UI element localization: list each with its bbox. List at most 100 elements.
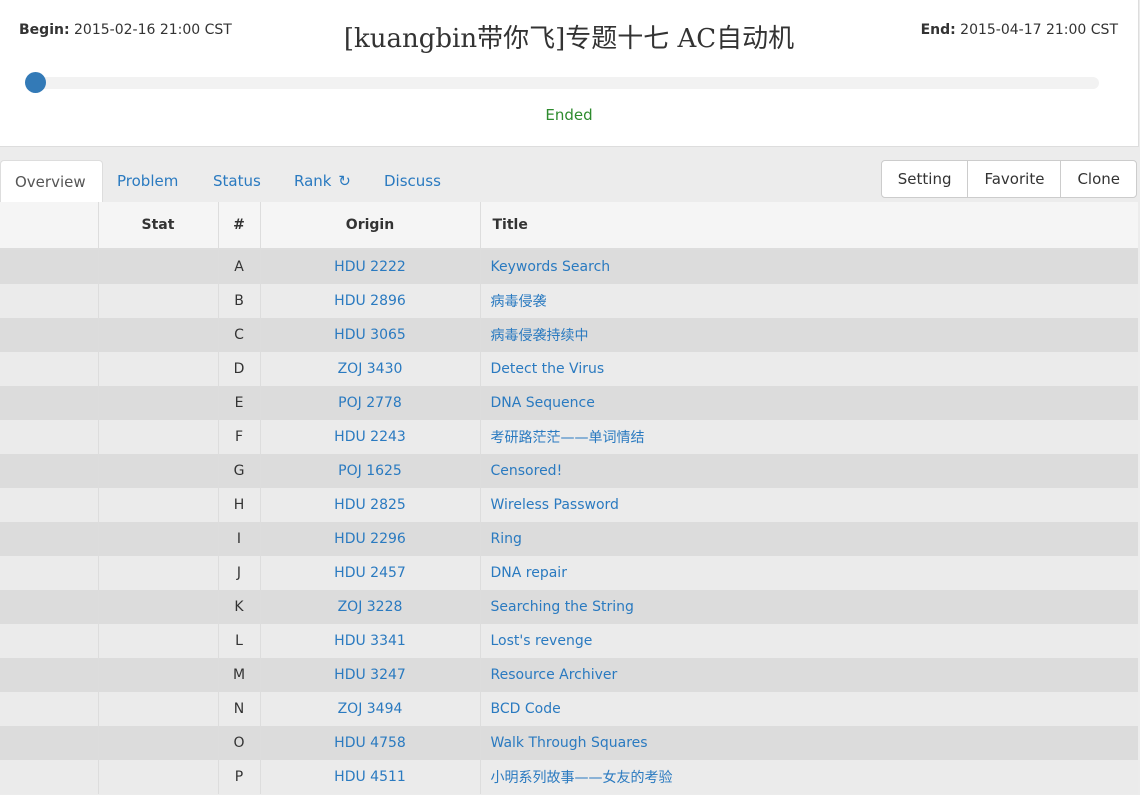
problem-title-link[interactable]: 考研路茫茫——单词情结 bbox=[479, 420, 1138, 454]
table-row: K ZOJ 3228 Searching the String bbox=[0, 590, 1138, 624]
table-row: J HDU 2457 DNA repair bbox=[0, 556, 1138, 590]
header-origin[interactable]: Origin bbox=[259, 202, 480, 250]
problem-title-link[interactable]: Walk Through Squares bbox=[479, 726, 1138, 760]
problem-origin-link[interactable]: ZOJ 3228 bbox=[259, 590, 480, 624]
row-solved-cell bbox=[0, 488, 98, 522]
contest-progress-handle[interactable] bbox=[25, 72, 46, 93]
setting-button[interactable]: Setting bbox=[881, 161, 968, 197]
tab-discuss[interactable]: Discuss bbox=[384, 160, 441, 202]
row-stat-cell bbox=[97, 624, 218, 658]
problem-title-link[interactable]: Lost's revenge bbox=[479, 624, 1138, 658]
tab-overview[interactable]: Overview bbox=[0, 160, 103, 204]
row-solved-cell bbox=[0, 318, 98, 352]
favorite-button[interactable]: Favorite bbox=[967, 161, 1061, 197]
row-solved-cell bbox=[0, 454, 98, 488]
tab-status[interactable]: Status bbox=[213, 160, 261, 202]
problem-title-link[interactable]: Resource Archiver bbox=[479, 658, 1138, 692]
row-stat-cell bbox=[97, 556, 218, 590]
row-solved-cell bbox=[0, 249, 98, 284]
row-solved-cell bbox=[0, 420, 98, 454]
row-solved-cell bbox=[0, 624, 98, 658]
table-row: F HDU 2243 考研路茫茫——单词情结 bbox=[0, 420, 1138, 454]
row-solved-cell bbox=[0, 692, 98, 726]
problem-title-link[interactable]: 小明系列故事——女友的考验 bbox=[479, 760, 1138, 794]
problem-origin-link[interactable]: HDU 2457 bbox=[259, 556, 480, 590]
table-row: E POJ 2778 DNA Sequence bbox=[0, 386, 1138, 420]
problem-origin-link[interactable]: HDU 2222 bbox=[259, 249, 480, 284]
problem-title-link[interactable]: Censored! bbox=[479, 454, 1138, 488]
table-row: N ZOJ 3494 BCD Code bbox=[0, 692, 1138, 726]
problem-number: O bbox=[217, 726, 260, 760]
problem-number: L bbox=[217, 624, 260, 658]
refresh-icon[interactable]: ↻ bbox=[338, 172, 351, 190]
row-solved-cell bbox=[0, 658, 98, 692]
problem-table-wrap: Stat # Origin Title A HDU 2222 Keywords Se… bbox=[0, 202, 1138, 794]
row-stat-cell bbox=[97, 420, 218, 454]
tab-problem[interactable]: Problem bbox=[117, 160, 178, 202]
row-stat-cell bbox=[97, 658, 218, 692]
problem-title-link[interactable]: 病毒侵袭 bbox=[479, 284, 1138, 318]
row-stat-cell bbox=[97, 590, 218, 624]
problem-number: J bbox=[217, 556, 260, 590]
problem-title-link[interactable]: BCD Code bbox=[479, 692, 1138, 726]
contest-status: Ended bbox=[545, 106, 593, 124]
row-stat-cell bbox=[97, 488, 218, 522]
table-row: C HDU 3065 病毒侵袭持续中 bbox=[0, 318, 1138, 352]
problem-number: G bbox=[217, 454, 260, 488]
table-row: M HDU 3247 Resource Archiver bbox=[0, 658, 1138, 692]
problem-origin-link[interactable]: HDU 3065 bbox=[259, 318, 480, 352]
problem-origin-link[interactable]: HDU 2296 bbox=[259, 522, 480, 556]
clone-button[interactable]: Clone bbox=[1060, 161, 1136, 197]
header-stat[interactable]: Stat bbox=[97, 202, 218, 250]
tab-rank-label: Rank bbox=[294, 172, 332, 190]
problem-number: M bbox=[217, 658, 260, 692]
table-row: B HDU 2896 病毒侵袭 bbox=[0, 284, 1138, 318]
problem-title-link[interactable]: DNA Sequence bbox=[479, 386, 1138, 420]
tab-rank[interactable]: Rank ↻ bbox=[294, 160, 351, 202]
problem-number: C bbox=[217, 318, 260, 352]
problem-title-link[interactable]: Detect the Virus bbox=[479, 352, 1138, 386]
problem-title-link[interactable]: Ring bbox=[479, 522, 1138, 556]
problem-origin-link[interactable]: HDU 3247 bbox=[259, 658, 480, 692]
problem-origin-link[interactable]: HDU 3341 bbox=[259, 624, 480, 658]
row-stat-cell bbox=[97, 318, 218, 352]
table-row: D ZOJ 3430 Detect the Virus bbox=[0, 352, 1138, 386]
contest-actions: Setting Favorite Clone bbox=[880, 160, 1137, 198]
row-solved-cell bbox=[0, 590, 98, 624]
row-solved-cell bbox=[0, 284, 98, 318]
problem-origin-link[interactable]: HDU 4758 bbox=[259, 726, 480, 760]
problem-origin-link[interactable]: POJ 2778 bbox=[259, 386, 480, 420]
header-number[interactable]: # bbox=[217, 202, 260, 250]
row-stat-cell bbox=[97, 386, 218, 420]
header-blank bbox=[0, 202, 98, 250]
problem-number: E bbox=[217, 386, 260, 420]
problem-title-link[interactable]: Keywords Search bbox=[479, 249, 1138, 284]
row-stat-cell bbox=[97, 352, 218, 386]
row-solved-cell bbox=[0, 352, 98, 386]
problem-title-link[interactable]: DNA repair bbox=[479, 556, 1138, 590]
row-solved-cell bbox=[0, 522, 98, 556]
problem-number: P bbox=[217, 760, 260, 794]
row-solved-cell bbox=[0, 556, 98, 590]
problem-origin-link[interactable]: HDU 2896 bbox=[259, 284, 480, 318]
row-solved-cell bbox=[0, 386, 98, 420]
problem-origin-link[interactable]: ZOJ 3430 bbox=[259, 352, 480, 386]
problem-title-link[interactable]: Wireless Password bbox=[479, 488, 1138, 522]
end-label: End: bbox=[920, 22, 956, 38]
problem-number: D bbox=[217, 352, 260, 386]
row-stat-cell bbox=[97, 760, 218, 794]
problem-table: Stat # Origin Title A HDU 2222 Keywords Se… bbox=[0, 202, 1138, 794]
row-stat-cell bbox=[97, 284, 218, 318]
table-row: A HDU 2222 Keywords Search bbox=[0, 249, 1138, 284]
problem-origin-link[interactable]: ZOJ 3494 bbox=[259, 692, 480, 726]
problem-number: N bbox=[217, 692, 260, 726]
problem-origin-link[interactable]: HDU 2825 bbox=[259, 488, 480, 522]
problem-title-link[interactable]: Searching the String bbox=[479, 590, 1138, 624]
end-time: End: 2015-04-17 21:00 CST bbox=[921, 22, 1118, 38]
problem-title-link[interactable]: 病毒侵袭持续中 bbox=[479, 318, 1138, 352]
header-title[interactable]: Title bbox=[479, 202, 1138, 250]
problem-number: B bbox=[217, 284, 260, 318]
problem-origin-link[interactable]: POJ 1625 bbox=[259, 454, 480, 488]
problem-origin-link[interactable]: HDU 2243 bbox=[259, 420, 480, 454]
problem-origin-link[interactable]: HDU 4511 bbox=[259, 760, 480, 794]
